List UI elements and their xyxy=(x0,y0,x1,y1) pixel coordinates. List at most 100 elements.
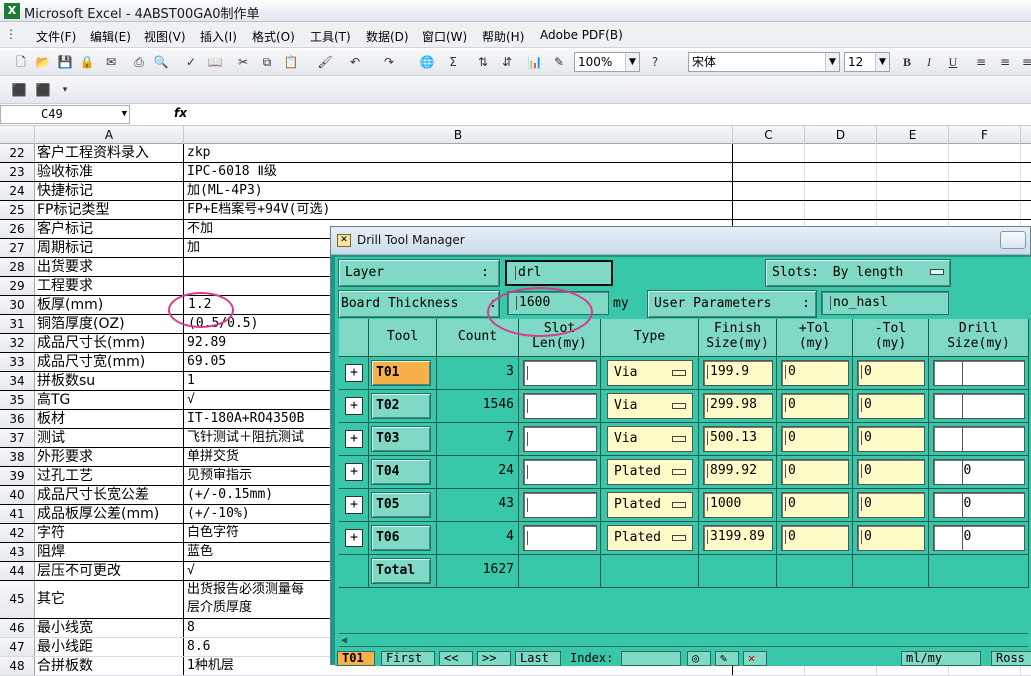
search-icon[interactable]: ◎ xyxy=(687,651,711,666)
cell-a[interactable]: 成品尺寸长宽公差 xyxy=(35,486,184,504)
cell-a[interactable]: 快捷标记 xyxy=(35,182,184,200)
cell-b[interactable]: 加(ML-4P3) xyxy=(184,182,733,200)
minus-tol-input[interactable]: 0 xyxy=(857,492,925,518)
function-icon[interactable]: fx xyxy=(174,106,187,120)
finish-size-input[interactable]: 899.92 xyxy=(703,459,773,485)
tool-name[interactable]: T06 xyxy=(371,525,431,551)
cell-a[interactable]: 铜箔厚度(OZ) xyxy=(35,315,184,333)
edit-icon[interactable]: ✎ xyxy=(715,651,739,666)
menu-view[interactable]: 视图(V) xyxy=(144,28,186,45)
user-parameters-field[interactable]: no_hasl xyxy=(821,291,949,315)
type-select[interactable]: Via xyxy=(607,426,693,452)
cell-a[interactable]: FP标记类型 xyxy=(35,201,184,219)
row-header[interactable]: 31 xyxy=(0,315,35,333)
type-select[interactable]: Plated xyxy=(607,459,693,485)
row-header[interactable]: 22 xyxy=(0,144,35,162)
add-tool-icon[interactable]: + xyxy=(345,364,363,382)
cell-a[interactable]: 拼板数su xyxy=(35,372,184,390)
pdf-email-icon[interactable]: ⬛ xyxy=(34,81,52,99)
cell-a[interactable]: 其它 xyxy=(35,581,184,618)
index-field[interactable] xyxy=(621,651,681,666)
chevron-down-icon[interactable]: ▼ xyxy=(825,53,839,71)
underline-icon[interactable]: U xyxy=(944,53,962,71)
row-header[interactable]: 33 xyxy=(0,353,35,371)
menu-data[interactable]: 数据(D) xyxy=(366,28,409,45)
row-header[interactable]: 26 xyxy=(0,220,35,238)
cell-a[interactable]: 工程要求 xyxy=(35,277,184,295)
chevron-down-icon[interactable]: ▼ xyxy=(875,53,889,71)
slot-length-input[interactable] xyxy=(523,459,597,485)
bold-icon[interactable]: B xyxy=(898,53,916,71)
row-header[interactable]: 37 xyxy=(0,429,35,447)
minus-tol-input[interactable]: 0 xyxy=(857,360,925,386)
cell-b[interactable]: FP+E档案号+94V(可选) xyxy=(184,201,733,219)
font-name-select[interactable]: 宋体 ▼ xyxy=(688,52,840,72)
cell-a[interactable]: 测试 xyxy=(35,429,184,447)
row-header[interactable]: 38 xyxy=(0,448,35,466)
row-header[interactable]: 24 xyxy=(0,182,35,200)
next-column-input[interactable] xyxy=(933,525,963,551)
menu-file[interactable]: 文件(F) xyxy=(36,28,76,45)
print-icon[interactable]: ⎙ xyxy=(130,53,148,71)
slot-length-input[interactable] xyxy=(523,492,597,518)
delete-icon[interactable]: ✕ xyxy=(743,651,767,666)
italic-icon[interactable]: I xyxy=(920,53,938,71)
next-column-input[interactable] xyxy=(933,360,963,386)
chevron-down-icon[interactable]: ▼ xyxy=(625,53,639,71)
hyperlink-icon[interactable]: 🌐 xyxy=(418,53,436,71)
plus-tol-input[interactable]: 0 xyxy=(781,426,849,452)
row-header[interactable]: 44 xyxy=(0,562,35,580)
tool-name[interactable]: T03 xyxy=(371,426,431,452)
cell-a[interactable]: 字符 xyxy=(35,524,184,542)
slots-option[interactable]: Slots: By length xyxy=(765,259,951,287)
convert-to-pdf-icon[interactable]: ⬛ xyxy=(10,81,28,99)
permission-icon[interactable]: 🔒 xyxy=(78,53,96,71)
column-header-e[interactable]: E xyxy=(877,126,949,144)
align-right-icon[interactable]: ≡ xyxy=(1018,53,1031,71)
name-box[interactable]: C49 ▼ xyxy=(0,105,130,124)
row-header[interactable]: 41 xyxy=(0,505,35,523)
cell-a[interactable]: 最小线距 xyxy=(35,638,184,656)
type-select[interactable]: Plated xyxy=(607,525,693,551)
align-left-icon[interactable]: ≡ xyxy=(972,53,990,71)
drawing-icon[interactable]: ✎ xyxy=(550,53,568,71)
row-header[interactable]: 23 xyxy=(0,163,35,181)
plus-tol-input[interactable]: 0 xyxy=(781,360,849,386)
row-header[interactable]: 40 xyxy=(0,486,35,504)
column-header-d[interactable]: D xyxy=(805,126,877,144)
row-header[interactable]: 34 xyxy=(0,372,35,390)
select-all-corner[interactable] xyxy=(0,126,35,144)
row-header[interactable]: 25 xyxy=(0,201,35,219)
cell-a[interactable]: 层压不可更改 xyxy=(35,562,184,580)
prev-button[interactable]: << xyxy=(439,651,473,666)
type-select[interactable]: Via xyxy=(607,393,693,419)
plus-tol-input[interactable]: 0 xyxy=(781,393,849,419)
row-header[interactable]: 39 xyxy=(0,467,35,485)
undo-icon[interactable]: ↶ xyxy=(346,53,364,71)
finish-size-input[interactable]: 199.9 xyxy=(703,360,773,386)
cut-icon[interactable]: ✂ xyxy=(234,53,252,71)
spelling-icon[interactable]: ✓ xyxy=(182,53,200,71)
minus-tol-input[interactable]: 0 xyxy=(857,393,925,419)
finish-size-input[interactable]: 3199.89 xyxy=(703,525,773,551)
row-header[interactable]: 28 xyxy=(0,258,35,276)
slot-length-input[interactable] xyxy=(523,525,597,551)
chevron-down-icon[interactable]: ▼ xyxy=(122,106,127,123)
row-header[interactable]: 43 xyxy=(0,543,35,561)
menu-edit[interactable]: 编辑(E) xyxy=(90,28,131,45)
copy-icon[interactable]: ⧉ xyxy=(258,53,276,71)
first-button[interactable]: First xyxy=(381,651,435,666)
last-button[interactable]: Last xyxy=(515,651,561,666)
add-tool-icon[interactable]: + xyxy=(345,430,363,448)
type-select[interactable]: Via xyxy=(607,360,693,386)
cell-a[interactable]: 客户工程资料录入 xyxy=(35,144,184,162)
cell-a[interactable]: 最小线宽 xyxy=(35,619,184,637)
row-header[interactable]: 29 xyxy=(0,277,35,295)
column-header-f[interactable]: F xyxy=(949,126,1021,144)
add-tool-icon[interactable]: + xyxy=(345,529,363,547)
format-painter-icon[interactable]: 🖌 xyxy=(316,53,334,71)
cell-a[interactable]: 板厚(mm) xyxy=(35,296,184,314)
menu-insert[interactable]: 插入(I) xyxy=(200,28,237,45)
right-button[interactable]: Ross xyxy=(991,651,1031,666)
tool-name[interactable]: T01 xyxy=(371,360,431,386)
